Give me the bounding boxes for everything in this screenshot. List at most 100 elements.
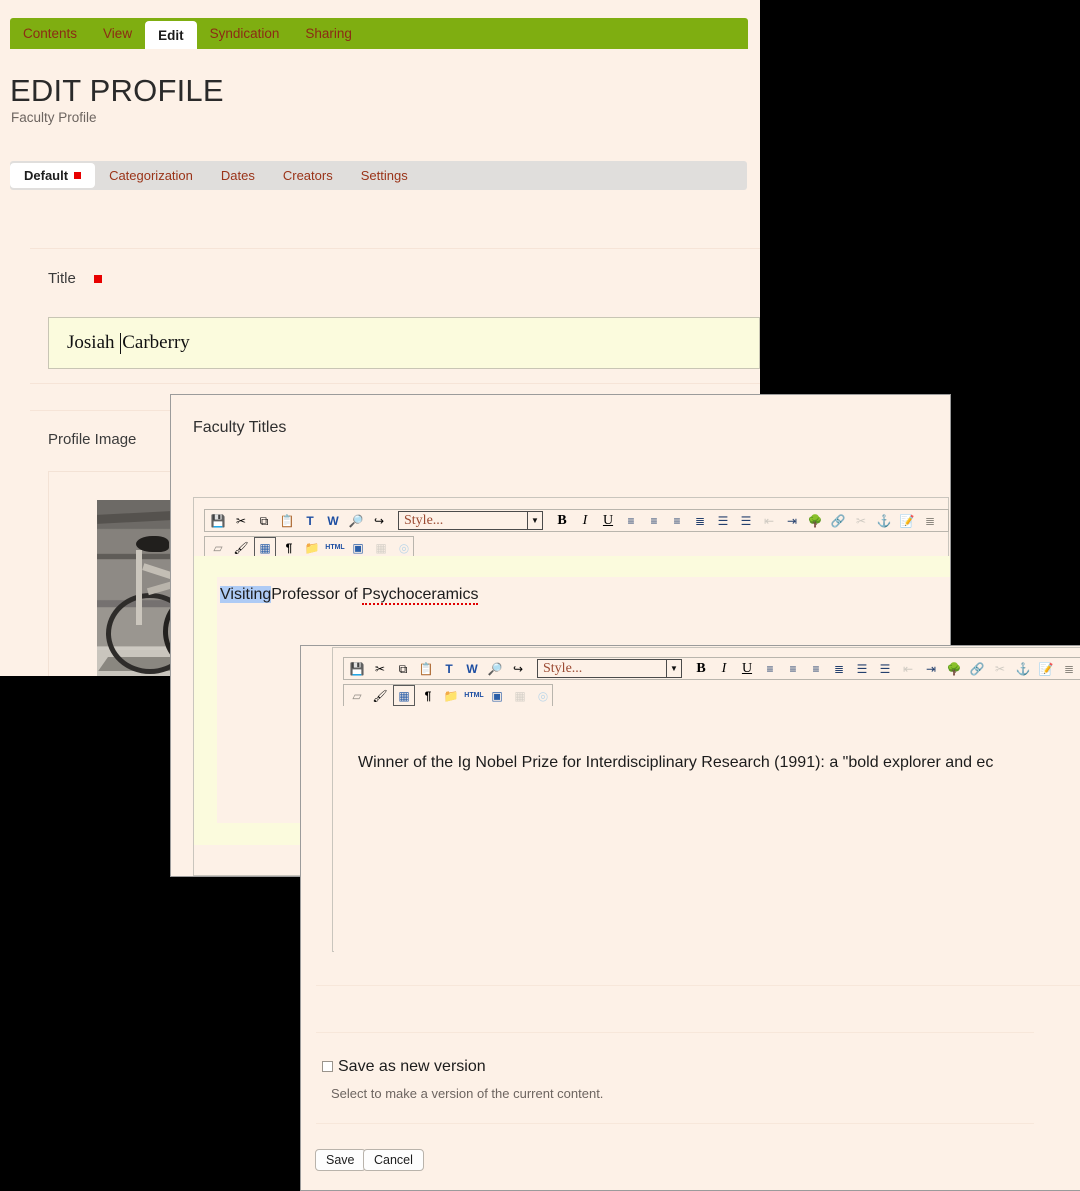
- title-required-icon: [93, 275, 102, 283]
- unlink-icon[interactable]: ✂: [990, 659, 1010, 678]
- insert-template-icon[interactable]: 📁: [441, 686, 461, 705]
- save-icon[interactable]: 💾: [347, 659, 367, 678]
- save-as-new-version-row[interactable]: Save as new version: [322, 1058, 486, 1076]
- find-icon[interactable]: 🔎: [485, 659, 505, 678]
- definition-list-icon[interactable]: ≣: [1059, 659, 1079, 678]
- copy-icon[interactable]: ⧉: [254, 511, 274, 530]
- replace-icon[interactable]: ↪: [508, 659, 528, 678]
- align-left-icon[interactable]: ≡: [760, 659, 780, 678]
- cancel-button[interactable]: Cancel: [363, 1149, 424, 1171]
- indent-icon[interactable]: ⇥: [782, 511, 802, 530]
- title-input-value-last: Carberry: [122, 332, 190, 353]
- save-as-new-version-checkbox[interactable]: [322, 1061, 333, 1072]
- paste-icon[interactable]: 📋: [277, 511, 297, 530]
- bio-content[interactable]: Winner of the Ig Nobel Prize for Interdi…: [334, 706, 1080, 952]
- html-source-icon[interactable]: HTML: [464, 686, 484, 705]
- paste-from-word-icon[interactable]: W: [323, 511, 343, 530]
- spellcheck-icon[interactable]: ◎: [533, 686, 553, 705]
- outdent-icon[interactable]: ⇤: [898, 659, 918, 678]
- insert-table-icon[interactable]: ▦: [254, 537, 276, 558]
- title-field-block: Title Josiah Carberry: [30, 248, 760, 384]
- content-tab-view[interactable]: View: [90, 18, 145, 49]
- content-tab-syndication[interactable]: Syndication: [197, 18, 293, 49]
- replace-icon[interactable]: ↪: [369, 511, 389, 530]
- spellcheck-icon[interactable]: ◎: [394, 538, 414, 557]
- insert-link-icon[interactable]: 🔗: [967, 659, 987, 678]
- faculty-titles-text-rest: Professor of: [271, 586, 362, 603]
- html-source-icon[interactable]: HTML: [325, 538, 345, 557]
- edit-table-icon[interactable]: 📝: [897, 511, 917, 530]
- copy-icon[interactable]: ⧉: [393, 659, 413, 678]
- insert-template-icon[interactable]: 📁: [302, 538, 322, 557]
- paste-from-word-icon[interactable]: W: [462, 659, 482, 678]
- indent-icon[interactable]: ⇥: [921, 659, 941, 678]
- title-input-value-first: Josiah: [67, 332, 115, 353]
- fullscreen-icon[interactable]: ▣: [487, 686, 507, 705]
- bulleted-list-icon[interactable]: ☰: [713, 511, 733, 530]
- bold-icon[interactable]: B: [691, 659, 711, 678]
- show-paragraphs-icon[interactable]: ¶: [279, 538, 299, 557]
- chevron-down-icon: ▼: [527, 512, 542, 529]
- paste-icon[interactable]: 📋: [416, 659, 436, 678]
- numbered-list-icon[interactable]: ☰: [736, 511, 756, 530]
- numbered-list-icon[interactable]: ☰: [875, 659, 895, 678]
- cut-icon[interactable]: ✂: [370, 659, 390, 678]
- form-tab-dates[interactable]: Dates: [207, 161, 269, 190]
- delete-table-icon[interactable]: ▦: [510, 686, 530, 705]
- bold-icon[interactable]: B: [552, 511, 572, 530]
- content-tab-contents[interactable]: Contents: [10, 18, 90, 49]
- anchor-icon[interactable]: ⚓: [874, 511, 894, 530]
- clean-formatting-icon[interactable]: 🖌: [370, 686, 390, 705]
- underline-icon[interactable]: U: [737, 659, 757, 678]
- style-select[interactable]: Style... ▼: [398, 511, 543, 530]
- faculty-titles-text: VisitingProfessor of Psychoceramics: [220, 586, 479, 605]
- insert-link-icon[interactable]: 🔗: [828, 511, 848, 530]
- bio-toolbar-row-1: 💾 ✂ ⧉ 📋 T W 🔎 ↪ Style... ▼ B I U ≡ ≡ ≡ ≣…: [343, 657, 1080, 680]
- find-icon[interactable]: 🔎: [346, 511, 366, 530]
- show-paragraphs-icon[interactable]: ¶: [418, 686, 438, 705]
- form-tab-default[interactable]: Default: [10, 163, 96, 188]
- editor-content-left-strip: [194, 577, 217, 845]
- insert-table-icon[interactable]: ▦: [393, 685, 415, 706]
- form-tab-settings[interactable]: Settings: [347, 161, 422, 190]
- save-as-new-version-label: Save as new version: [338, 1058, 486, 1075]
- bio-editor: 💾 ✂ ⧉ 📋 T W 🔎 ↪ Style... ▼ B I U ≡ ≡ ≡ ≣…: [332, 647, 1080, 952]
- align-center-icon[interactable]: ≡: [644, 511, 664, 530]
- fullscreen-icon[interactable]: ▣: [348, 538, 368, 557]
- save-as-new-version-block: Save as new version Select to make a ver…: [316, 1032, 1034, 1124]
- anchor-icon[interactable]: ⚓: [1013, 659, 1033, 678]
- justify-icon[interactable]: ≣: [829, 659, 849, 678]
- title-input[interactable]: Josiah Carberry: [48, 317, 760, 369]
- page-description: Faculty Profile: [11, 110, 97, 125]
- save-button[interactable]: Save: [315, 1149, 366, 1171]
- form-tab-creators[interactable]: Creators: [269, 161, 347, 190]
- underline-icon[interactable]: U: [598, 511, 618, 530]
- insert-image-icon[interactable]: 🌳: [805, 511, 825, 530]
- justify-icon[interactable]: ≣: [690, 511, 710, 530]
- outdent-icon[interactable]: ⇤: [759, 511, 779, 530]
- bulleted-list-icon[interactable]: ☰: [852, 659, 872, 678]
- style-select[interactable]: Style... ▼: [537, 659, 682, 678]
- italic-icon[interactable]: I: [575, 511, 595, 530]
- definition-list-icon[interactable]: ≣: [920, 511, 940, 530]
- form-tabs: Default Categorization Dates Creators Se…: [10, 161, 422, 190]
- align-left-icon[interactable]: ≡: [621, 511, 641, 530]
- paste-as-plain-text-icon[interactable]: T: [439, 659, 459, 678]
- italic-icon[interactable]: I: [714, 659, 734, 678]
- paste-as-plain-text-icon[interactable]: T: [300, 511, 320, 530]
- insert-image-icon[interactable]: 🌳: [944, 659, 964, 678]
- save-icon[interactable]: 💾: [208, 511, 228, 530]
- align-right-icon[interactable]: ≡: [806, 659, 826, 678]
- form-tab-categorization[interactable]: Categorization: [95, 161, 207, 190]
- remove-format-icon[interactable]: ▱: [347, 686, 367, 705]
- unlink-icon[interactable]: ✂: [851, 511, 871, 530]
- cut-icon[interactable]: ✂: [231, 511, 251, 530]
- edit-table-icon[interactable]: 📝: [1036, 659, 1056, 678]
- content-tab-edit[interactable]: Edit: [145, 21, 197, 49]
- align-center-icon[interactable]: ≡: [783, 659, 803, 678]
- remove-format-icon[interactable]: ▱: [208, 538, 228, 557]
- clean-formatting-icon[interactable]: 🖌: [231, 538, 251, 557]
- align-right-icon[interactable]: ≡: [667, 511, 687, 530]
- delete-table-icon[interactable]: ▦: [371, 538, 391, 557]
- content-tab-sharing[interactable]: Sharing: [292, 18, 365, 49]
